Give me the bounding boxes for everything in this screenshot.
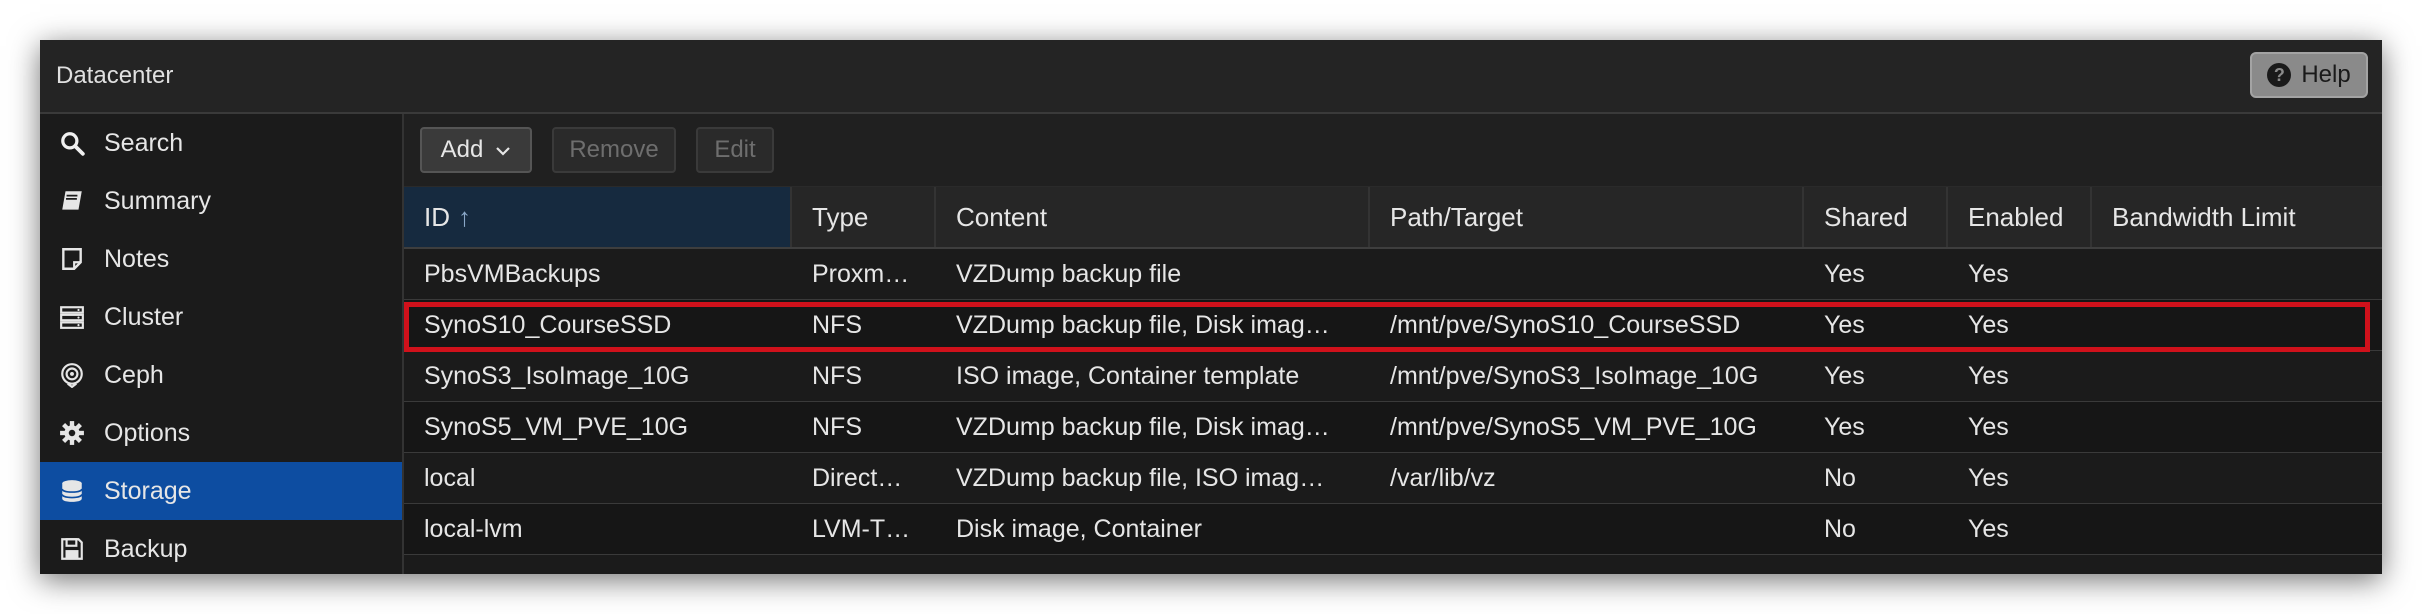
storage-panel: Add Remove Edit ID ↑ Type Content Path/T… xyxy=(404,114,2382,574)
column-header-id[interactable]: ID ↑ xyxy=(404,187,792,247)
cell-type: Proxm… xyxy=(812,259,910,288)
cell-content: ISO image, Container template xyxy=(956,361,1300,390)
sidebar-item-backup[interactable]: Backup xyxy=(40,520,402,574)
chevron-down-icon xyxy=(495,136,511,164)
sort-ascending-icon: ↑ xyxy=(458,201,471,232)
cell-id: SynoS3_IsoImage_10G xyxy=(424,361,690,390)
cell-content: VZDump backup file, Disk imag… xyxy=(956,310,1330,339)
edit-button[interactable]: Edit xyxy=(696,127,774,173)
cell-id: local-lvm xyxy=(424,514,523,543)
remove-button[interactable]: Remove xyxy=(552,127,676,173)
column-header-path-target[interactable]: Path/Target xyxy=(1370,187,1804,247)
cell-path xyxy=(1370,504,1804,554)
sidebar: Search Summary Notes Cluster Ceph Option… xyxy=(40,114,404,574)
table-row[interactable]: SynoS3_IsoImage_10G NFS ISO image, Conta… xyxy=(404,351,2382,402)
table-row[interactable]: SynoS5_VM_PVE_10G NFS VZDump backup file… xyxy=(404,402,2382,453)
cell-bandwidth xyxy=(2092,453,2382,503)
toolbar: Add Remove Edit xyxy=(404,114,2382,187)
sidebar-item-notes[interactable]: Notes xyxy=(40,230,402,288)
cell-type: NFS xyxy=(812,412,862,441)
table-row[interactable]: PbsVMBackups Proxm… VZDump backup file Y… xyxy=(404,249,2382,300)
cell-path: /mnt/pve/SynoS5_VM_PVE_10G xyxy=(1390,412,1757,441)
cell-content: VZDump backup file, Disk imag… xyxy=(956,412,1330,441)
cell-bandwidth xyxy=(2092,249,2382,299)
cell-shared: Yes xyxy=(1824,259,1865,288)
book-icon xyxy=(58,187,86,215)
cell-enabled: Yes xyxy=(1968,310,2009,339)
sidebar-item-options[interactable]: Options xyxy=(40,404,402,462)
table-body: PbsVMBackups Proxm… VZDump backup file Y… xyxy=(404,249,2382,555)
column-header-content[interactable]: Content xyxy=(936,187,1370,247)
cell-shared: No xyxy=(1824,514,1856,543)
gear-icon xyxy=(58,419,86,447)
sidebar-item-label: Backup xyxy=(104,534,188,563)
sidebar-item-label: Notes xyxy=(104,244,170,273)
question-icon: ? xyxy=(2267,63,2292,87)
table-header: ID ↑ Type Content Path/Target Shared Ena… xyxy=(404,187,2382,249)
database-icon xyxy=(58,477,86,505)
column-header-type[interactable]: Type xyxy=(792,187,936,247)
floppy-icon xyxy=(58,535,86,563)
cell-shared: No xyxy=(1824,463,1856,492)
sidebar-item-ceph[interactable]: Ceph xyxy=(40,346,402,404)
sidebar-item-label: Summary xyxy=(104,186,211,215)
cell-shared: Yes xyxy=(1824,361,1865,390)
cell-enabled: Yes xyxy=(1968,514,2009,543)
sidebar-item-label: Search xyxy=(104,128,184,157)
cell-bandwidth xyxy=(2092,351,2382,401)
help-button[interactable]: ? Help xyxy=(2250,52,2368,98)
cell-path: /mnt/pve/SynoS3_IsoImage_10G xyxy=(1390,361,1759,390)
cell-content: Disk image, Container xyxy=(956,514,1202,543)
cell-enabled: Yes xyxy=(1968,463,2009,492)
datacenter-window: Datacenter ? Help Search Summary Notes C… xyxy=(40,40,2382,574)
add-label: Add xyxy=(440,136,484,163)
search-icon xyxy=(58,129,86,157)
cell-type: NFS xyxy=(812,310,862,339)
sidebar-item-summary[interactable]: Summary xyxy=(40,172,402,230)
table-row[interactable]: local Direct… VZDump backup file, ISO im… xyxy=(404,453,2382,504)
help-label: Help xyxy=(2301,61,2351,88)
cell-path: /mnt/pve/SynoS10_CourseSSD xyxy=(1390,310,1741,339)
cell-shared: Yes xyxy=(1824,412,1865,441)
sidebar-item-storage[interactable]: Storage xyxy=(40,462,402,520)
page-title: Datacenter xyxy=(56,62,174,89)
cell-enabled: Yes xyxy=(1968,259,2009,288)
cell-shared: Yes xyxy=(1824,310,1865,339)
column-header-enabled[interactable]: Enabled xyxy=(1948,187,2092,247)
cell-id: SynoS5_VM_PVE_10G xyxy=(424,412,689,441)
sidebar-item-search[interactable]: Search xyxy=(40,114,402,172)
cell-content: VZDump backup file, ISO imag… xyxy=(956,463,1325,492)
cell-bandwidth xyxy=(2092,504,2382,554)
cell-bandwidth xyxy=(2092,402,2382,452)
cell-enabled: Yes xyxy=(1968,412,2009,441)
cell-path: /var/lib/vz xyxy=(1390,463,1496,492)
cell-id: SynoS10_CourseSSD xyxy=(424,310,672,339)
cell-path xyxy=(1370,249,1804,299)
cell-type: NFS xyxy=(812,361,862,390)
sidebar-item-label: Cluster xyxy=(104,302,184,331)
table-row[interactable]: local-lvm LVM-T… Disk image, Container N… xyxy=(404,504,2382,555)
sidebar-item-cluster[interactable]: Cluster xyxy=(40,288,402,346)
add-button[interactable]: Add xyxy=(420,127,532,173)
server-icon xyxy=(58,303,86,331)
note-icon xyxy=(58,245,86,273)
cell-content: VZDump backup file xyxy=(956,259,1182,288)
header-bar: Datacenter ? Help xyxy=(40,40,2382,114)
ceph-icon xyxy=(58,361,86,389)
table-row[interactable]: SynoS10_CourseSSD NFS VZDump backup file… xyxy=(404,300,2382,351)
cell-enabled: Yes xyxy=(1968,361,2009,390)
sidebar-item-label: Options xyxy=(104,418,191,447)
cell-type: LVM-T… xyxy=(812,514,911,543)
sidebar-item-label: Ceph xyxy=(104,360,164,389)
cell-id: local xyxy=(424,463,476,492)
column-header-shared[interactable]: Shared xyxy=(1804,187,1948,247)
cell-id: PbsVMBackups xyxy=(424,259,601,288)
cell-type: Direct… xyxy=(812,463,903,492)
column-header-bandwidth-limit[interactable]: Bandwidth Limit xyxy=(2092,187,2382,247)
sidebar-item-label: Storage xyxy=(104,476,192,505)
cell-bandwidth xyxy=(2092,300,2382,350)
